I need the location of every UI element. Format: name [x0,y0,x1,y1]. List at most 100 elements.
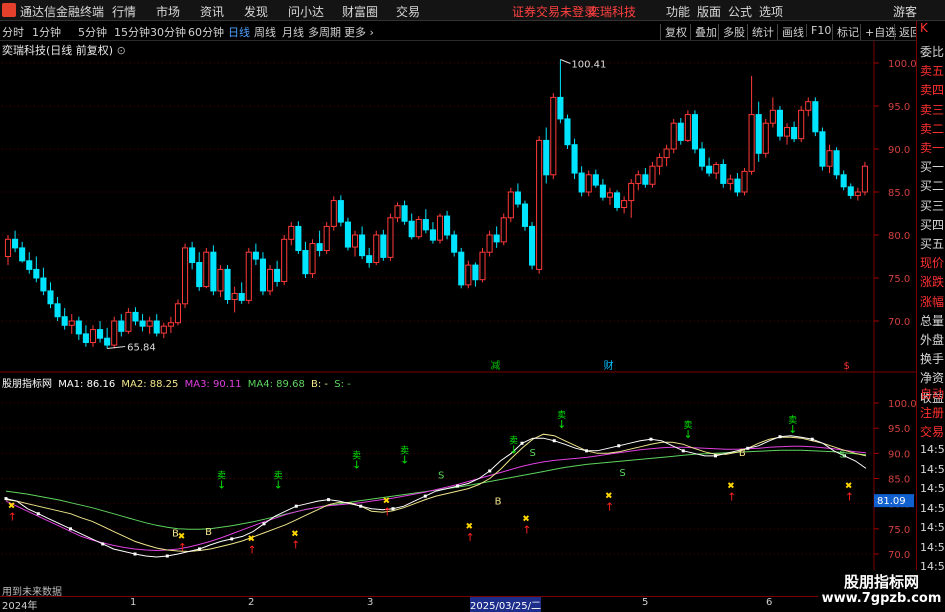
quote-action-label: 自动 [920,387,945,401]
tick-time-label: 14:50 [920,540,945,554]
menu-wealth[interactable]: 财富圈 [342,3,378,20]
candle-body [734,178,741,193]
candle-body [68,320,75,326]
candle-body [47,290,54,305]
candle-body [571,144,578,174]
quote-field-label: 买五 [920,237,945,251]
low-price-label: 65.84 [127,343,156,354]
candle-body [401,205,408,222]
candle-body [521,203,529,227]
ma-white-dot [391,507,395,511]
candle-body [500,217,507,243]
candle-body [507,191,514,219]
candle-body [217,268,224,292]
ma-white-dot [778,435,782,439]
menu-discover[interactable]: 发现 [244,3,268,20]
candle-body [720,163,727,184]
buy-arrow-icon: ↑ [727,491,736,504]
indicator-title[interactable]: 股朋指标网 MA1: 86.16 MA2: 88.25 MA3: 90.11 M… [2,375,354,390]
menu-market[interactable]: 行情 [112,3,136,20]
candle-body [606,192,614,198]
candle-body [819,131,826,167]
candle-body [429,229,436,241]
candle-body [40,277,47,292]
high-pointer [560,59,571,64]
buy-arrow-icon: ↑ [605,501,614,514]
candle-body [89,329,97,344]
quote-field-label: 净资 [920,371,945,386]
candle-body [231,292,238,301]
sell-arrow-icon: ↓ [352,458,361,471]
quote-field-label: 换手 [920,352,945,367]
y-tick-label: 70.0 [888,317,910,328]
candle-body [295,225,302,251]
tick-time-label: 14:50 [920,501,945,515]
candle-body [139,320,146,327]
candle-body [578,172,585,193]
ma-white-dot [294,504,298,508]
ma3-value: MA3: 90.11 [184,379,242,390]
login-notice[interactable]: 证券交易未登录 [512,3,596,20]
candle-body [514,191,521,205]
menu-ask[interactable]: 问小达 [288,3,324,20]
watermark-line1: 股朋指标网 [843,573,919,591]
guest-button[interactable]: 游客 [893,3,917,20]
candle-body [472,264,479,281]
candle-body [677,122,684,141]
ma-white-dot [198,547,201,551]
ma-white-dot [456,484,459,488]
candle-body [274,268,281,282]
y-tick-label: 80.0 [888,231,910,242]
candle-body [762,122,769,154]
menu-formula[interactable]: 公式 [728,3,752,20]
candle-body [408,220,415,238]
candle-body [748,114,755,172]
ma-white-dot [359,504,363,508]
buy-arrow-icon: ↑ [466,531,475,544]
quote-action-label: 注册 [920,406,945,420]
candle-body [189,247,196,264]
candle-body [309,243,316,275]
candle-body [104,337,111,346]
candle-body [628,182,635,202]
ma-white-dot [649,437,653,441]
stock-code-tag: K [920,21,928,35]
menu-options[interactable]: 选项 [759,3,783,20]
menu-function[interactable]: 功能 [666,3,690,20]
menu-news[interactable]: 资讯 [200,3,224,20]
ma-white-dot [327,498,330,502]
sell-arrow-icon: ↓ [788,423,797,436]
menu-trade[interactable]: 交易 [396,3,420,20]
candle-body [252,251,259,260]
candle-body [75,320,82,335]
candle-body [769,109,776,124]
menu-layout[interactable]: 版面 [697,3,721,20]
candle-body [451,234,458,253]
buy-arrow-icon: ↑ [383,506,392,519]
candle-body [422,219,429,231]
y-tick-label: 100.0 [888,59,916,70]
tick-time-label: 14:50 [920,462,945,476]
candle-body [174,303,182,324]
ma-white-dot [423,494,427,498]
candle-body [82,333,89,343]
candle-body [323,225,330,251]
quote-field-label: 买四 [920,217,945,232]
candle-body [791,127,798,140]
candle-body [783,127,791,137]
time-label-month-5: 5 [642,597,649,608]
candle-body [387,217,394,258]
ma-white-dot [69,527,72,531]
candle-body [146,320,153,327]
menu-market-center[interactable]: 市场 [156,3,180,20]
candle-body [259,258,267,292]
ma-white-dot [133,552,137,556]
b-value: B: - [311,379,329,390]
candle-body [812,101,819,133]
ma-white-dot [165,554,169,558]
candle-body [415,219,422,238]
candle-body [592,174,599,186]
candle-body [196,262,203,288]
candle-body [203,251,210,288]
candlestick-chart[interactable]: 100.0 95.0 90.0 85.0 80.0 75.0 70.0 100.0 95.0 90… [0,21,916,596]
